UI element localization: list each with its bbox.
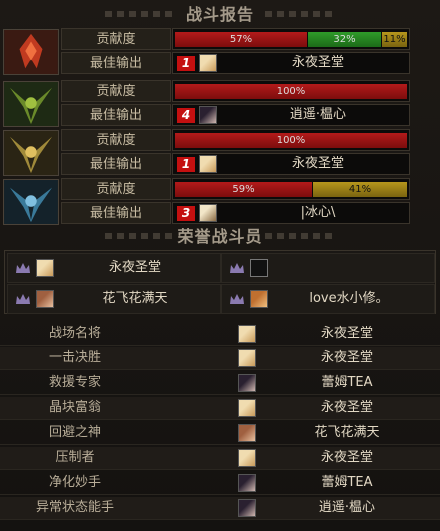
rank-number: 3	[177, 206, 195, 221]
contribution-label: 贡献度	[61, 28, 171, 50]
award-title: 净化妙手	[48, 475, 101, 490]
best-output-row: 4 逍遥·榅心	[172, 104, 410, 126]
title-ornament-left	[105, 233, 175, 239]
award-row: 一击决胜 永夜圣堂	[0, 347, 440, 370]
title-ornament-right	[265, 233, 335, 239]
gold-horned-emblem-icon	[3, 130, 59, 176]
light-avatar-icon	[199, 204, 217, 222]
blonde-avatar-icon	[238, 349, 256, 367]
award-row: 净化妙手 蕾姆TEA	[0, 472, 440, 495]
award-winner: 花飞花满天	[314, 425, 380, 440]
crown-icon	[16, 263, 30, 273]
rank-number: 4	[177, 108, 195, 123]
contribution-segment: 57%	[175, 32, 307, 47]
contribution-segment: 32%	[308, 32, 381, 47]
award-winner: 永夜圣堂	[320, 450, 373, 465]
honor-member[interactable]: 永夜圣堂	[7, 253, 221, 283]
blonde-avatar-icon	[199, 54, 217, 72]
award-winner: 蕾姆TEA	[321, 475, 373, 490]
award-title: 救援专家	[48, 375, 101, 390]
contribution-segment: 11%	[382, 32, 407, 47]
best-output-label: 最佳输出	[61, 153, 171, 175]
award-winner: 永夜圣堂	[320, 400, 373, 415]
award-winner: 永夜圣堂	[320, 326, 373, 341]
contribution-label: 贡献度	[61, 129, 171, 151]
player-name: 永夜圣堂	[291, 55, 344, 70]
green-horned-emblem-icon	[3, 81, 59, 127]
award-title: 晶块富翁	[48, 400, 101, 415]
best-output-row: 3 |冰心\	[172, 202, 410, 224]
honor-member[interactable]: love水小修。	[221, 284, 435, 314]
award-title: 压制者	[55, 450, 95, 465]
award-title: 战场名将	[48, 326, 101, 341]
player-name: |冰心\	[300, 205, 336, 220]
contribution-segment: 100%	[175, 133, 407, 148]
title-ornament-right	[265, 11, 335, 17]
rank-number: 1	[177, 56, 195, 71]
honor-title: 荣誉战斗员	[177, 227, 263, 246]
crown-icon	[230, 294, 244, 304]
crown-icon	[16, 294, 30, 304]
boss-row: 贡献度 59% 41% 最佳输出 3 |冰心\	[0, 178, 440, 226]
dark-hair-avatar-icon	[238, 374, 256, 392]
contribution-segment: 100%	[175, 84, 407, 99]
award-title: 异常状态能手	[35, 500, 114, 515]
rank-number: 1	[177, 157, 195, 172]
boss-row: 贡献度 100% 最佳输出 4 逍遥·榅心	[0, 80, 440, 128]
best-output-label: 最佳输出	[61, 202, 171, 224]
blonde-avatar-icon	[199, 155, 217, 173]
red-flame-emblem-icon	[3, 29, 59, 75]
contribution-label: 贡献度	[61, 80, 171, 102]
auburn-avatar-icon	[238, 424, 256, 442]
battle-report-panel: 战斗报告 贡献度 57% 32% 11% 最佳输出 1 永夜圣堂 贡献度 100…	[0, 0, 440, 531]
award-winner: 逍遥·榅心	[318, 500, 376, 515]
blue-ice-emblem-icon	[3, 179, 59, 225]
player-name: 永夜圣堂	[291, 156, 344, 171]
battle-report-title: 战斗报告	[185, 5, 254, 24]
member-name: love水小修。	[309, 291, 389, 306]
contribution-segment: 41%	[313, 182, 407, 197]
honor-members-panel: 永夜圣堂 花飞花满天 love水小修。	[4, 250, 436, 314]
member-name: 花飞花满天	[102, 291, 168, 306]
contribution-bar: 100%	[172, 129, 410, 151]
boss-row: 贡献度 57% 32% 11% 最佳输出 1 永夜圣堂	[0, 28, 440, 76]
honor-member[interactable]	[221, 253, 435, 283]
award-row: 异常状态能手 逍遥·榅心	[0, 497, 440, 520]
award-title: 一击决胜	[48, 350, 101, 365]
player-name: 逍遥·榅心	[289, 107, 347, 122]
blonde-avatar-icon	[238, 325, 256, 343]
award-row: 压制者 永夜圣堂	[0, 447, 440, 470]
award-winner: 永夜圣堂	[320, 350, 373, 365]
best-output-row: 1 永夜圣堂	[172, 153, 410, 175]
best-output-label: 最佳输出	[61, 52, 171, 74]
award-row: 救援专家 蕾姆TEA	[0, 372, 440, 395]
contribution-bar: 100%	[172, 80, 410, 102]
contribution-bar: 59% 41%	[172, 178, 410, 200]
crown-icon	[230, 263, 244, 273]
award-title: 回避之神	[48, 425, 101, 440]
best-output-label: 最佳输出	[61, 104, 171, 126]
contribution-segment: 59%	[175, 182, 312, 197]
award-row: 回避之神 花飞花满天	[0, 422, 440, 445]
dark-hair-avatar-icon	[199, 106, 217, 124]
blonde-avatar-icon	[238, 449, 256, 467]
dark-hair-avatar-icon	[238, 499, 256, 517]
member-name: 永夜圣堂	[108, 260, 161, 275]
award-winner: 蕾姆TEA	[321, 375, 373, 390]
award-row: 战场名将 永夜圣堂	[0, 323, 440, 346]
contribution-bar: 57% 32% 11%	[172, 28, 410, 50]
dark-hair-avatar-icon	[238, 474, 256, 492]
empty-slot-icon	[250, 259, 268, 277]
honor-member[interactable]: 花飞花满天	[7, 284, 221, 314]
award-row: 晶块富翁 永夜圣堂	[0, 397, 440, 420]
title-ornament-left	[105, 11, 175, 17]
contribution-label: 贡献度	[61, 178, 171, 200]
blonde-avatar-icon	[238, 399, 256, 417]
boss-row: 贡献度 100% 最佳输出 1 永夜圣堂	[0, 129, 440, 177]
best-output-row: 1 永夜圣堂	[172, 52, 410, 74]
